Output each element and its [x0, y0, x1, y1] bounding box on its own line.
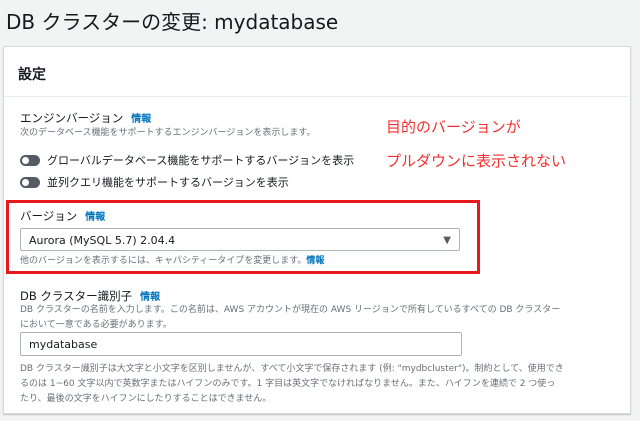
cluster-id-input[interactable]: mydatabase [20, 332, 462, 356]
caret-down-icon: ▼ [443, 235, 451, 246]
cluster-hint-1: DB クラスター識別子は大文字と小文字を区別しませんが、すべて小文字で保存されま… [20, 364, 564, 374]
panel-title: 設定 [18, 67, 46, 83]
cluster-hint-3: たり、最後の文字をハイフンにしたりすることはできません。 [20, 394, 272, 404]
parallel-query-toggle[interactable] [20, 177, 40, 188]
version-hint: 他のバージョンを表示するには、キャパシティータイプを変更します。情報 [20, 254, 324, 269]
engine-version-text: エンジンバージョン [20, 111, 124, 125]
global-db-toggle-label: グローバルデータベース機能をサポートするバージョンを表示 [47, 154, 355, 167]
annotation-line2: プルダウンに表示されない [386, 152, 567, 170]
parallel-query-toggle-label: 並列クエリ機能をサポートするバージョンを表示 [47, 176, 289, 189]
cluster-hint-2: るのは 1~60 文字以内で英数字またはハイフンのみです。1 字目は英文字でなけ… [20, 379, 556, 389]
cluster-id-label: DB クラスター識別子 情報 [20, 288, 160, 304]
annotation-line1: 目的のバージョンが [386, 118, 521, 136]
version-info-link[interactable]: 情報 [85, 212, 105, 223]
version-text: バージョン [20, 209, 78, 223]
global-db-toggle[interactable] [20, 155, 40, 166]
cluster-id-text: DB クラスター識別子 [20, 289, 133, 303]
divider [4, 96, 629, 97]
cluster-desc-1: DB クラスターの名前を入力します。この名前は、AWS アカウントが現在の AW… [20, 305, 561, 315]
engine-desc: 次のデータベース機能をサポートするエンジンバージョンを表示します。 [20, 128, 316, 138]
page-title: DB クラスターの変更: mydatabase [6, 10, 339, 34]
engine-info-link[interactable]: 情報 [131, 114, 151, 125]
version-value: Aurora (MySQL 5.7) 2.04.4 [29, 234, 176, 247]
version-hint-info-link[interactable]: 情報 [306, 256, 324, 266]
version-select[interactable]: Aurora (MySQL 5.7) 2.04.4 ▼ [20, 228, 460, 251]
version-label: バージョン 情報 [20, 208, 105, 224]
cluster-desc-2: において一意である必要があります。 [20, 320, 172, 330]
engine-version-label: エンジンバージョン 情報 [20, 110, 151, 126]
cluster-info-link[interactable]: 情報 [140, 292, 160, 303]
version-hint-text: 他のバージョンを表示するには、キャパシティータイプを変更します。 [20, 256, 307, 266]
